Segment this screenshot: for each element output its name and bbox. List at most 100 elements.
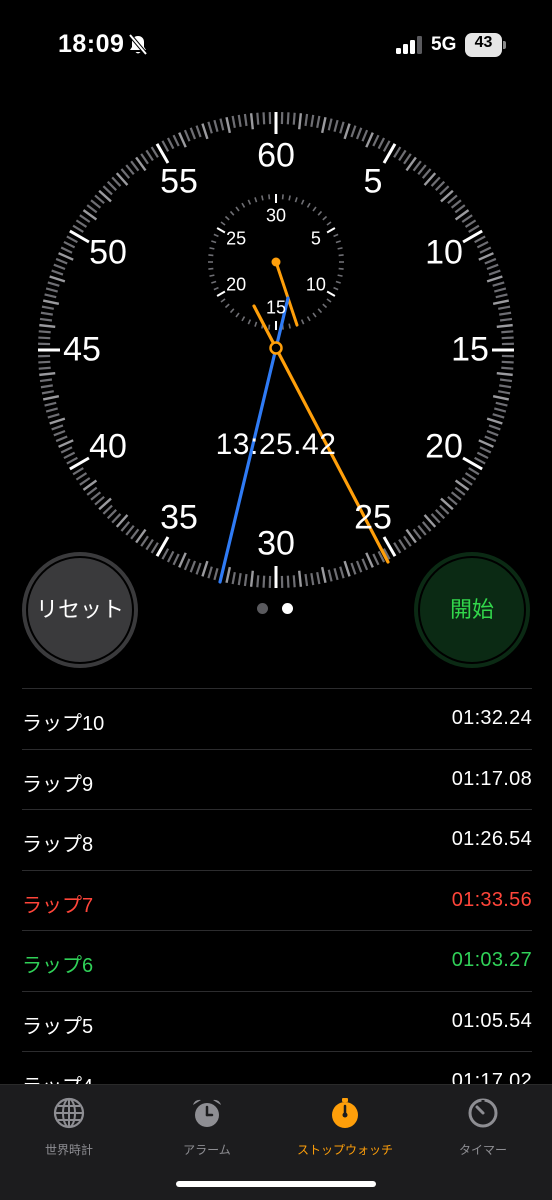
minor-tick: [51, 269, 64, 276]
lap-row: ラップ5 01:05.54: [22, 990, 532, 1052]
sub-dial-tick: [300, 319, 305, 325]
minor-tick: [86, 204, 98, 214]
minor-tick: [207, 121, 213, 134]
sub-dial-tick: [224, 303, 230, 309]
minor-tick: [499, 378, 513, 383]
sub-dial-tick: [338, 254, 344, 257]
reset-button[interactable]: リセット: [22, 552, 138, 668]
minor-tick: [292, 112, 296, 125]
minor-tick: [361, 129, 369, 142]
minor-tick: [38, 330, 51, 334]
minor-tick: [183, 129, 191, 142]
tab-timer[interactable]: タイマー: [414, 1091, 552, 1161]
page-indicator[interactable]: [257, 603, 297, 615]
minor-tick: [243, 573, 248, 587]
minor-tick: [201, 123, 209, 140]
minor-tick: [120, 168, 131, 179]
minor-tick: [492, 281, 505, 287]
lap-name: ラップ6: [22, 955, 94, 977]
minor-tick: [40, 384, 53, 389]
dial-number: 20: [425, 427, 463, 466]
tab-world-clock[interactable]: 世界時計: [0, 1091, 138, 1161]
minor-tick: [172, 553, 180, 566]
minor-tick: [498, 390, 511, 395]
sub-dial-tick: [216, 227, 226, 234]
status-time: 18:09: [58, 30, 125, 58]
lap-time: 01:03.27: [451, 949, 532, 971]
minor-tick: [450, 491, 462, 501]
minor-tick: [499, 311, 512, 316]
battery-indicator: 43: [465, 33, 507, 57]
lap-time: 01:33.56: [451, 888, 532, 911]
minor-tick: [286, 112, 290, 125]
minor-tick: [102, 504, 113, 515]
sub-dial-tick: [326, 221, 332, 226]
minor-tick: [298, 113, 303, 130]
lap-name: ラップ10: [22, 713, 105, 735]
minor-tick: [49, 417, 66, 425]
minor-tick: [39, 323, 56, 328]
minor-tick: [501, 366, 514, 370]
minor-tick: [195, 562, 202, 575]
sub-dial-tick: [333, 286, 339, 291]
minor-tick: [304, 113, 309, 127]
minor-tick: [355, 127, 363, 140]
minor-tick: [189, 127, 197, 140]
minor-tick: [327, 569, 333, 582]
minor-tick: [130, 160, 140, 172]
sub-dial-tick: [335, 280, 341, 284]
lap-time: 01:17.08: [451, 767, 532, 790]
sub-dial-tick: [326, 227, 336, 234]
minor-tick: [140, 535, 149, 547]
minor-tick: [464, 472, 477, 481]
reset-button-label: リセット: [35, 597, 124, 622]
home-indicator[interactable]: [176, 1181, 376, 1187]
minor-tick: [372, 553, 380, 566]
minor-tick: [66, 456, 78, 465]
minor-tick: [166, 137, 175, 150]
dial-number: 55: [160, 162, 198, 201]
sub-dial-tick: [247, 199, 252, 205]
page-dot-analog[interactable]: [282, 603, 293, 614]
tab-label: アラーム: [183, 1143, 231, 1157]
minor-tick: [417, 164, 427, 176]
minor-tick: [412, 160, 422, 172]
lap-row-fastest: ラップ6 01:03.27: [22, 930, 532, 991]
lap-row-slowest: ラップ7 01:33.56: [22, 869, 532, 931]
page-dot-digital[interactable]: [257, 603, 268, 614]
sub-dial-number: 20: [226, 274, 247, 295]
minor-tick: [484, 435, 497, 443]
start-button[interactable]: 開始: [414, 552, 530, 668]
minor-tick: [150, 542, 159, 554]
sub-dial-tick: [317, 308, 323, 314]
dial-number: 30: [257, 524, 295, 563]
minor-tick: [501, 360, 514, 364]
minor-tick: [38, 366, 51, 370]
minor-tick: [501, 336, 514, 340]
minor-tick: [243, 113, 248, 127]
tab-alarm[interactable]: アラーム: [138, 1091, 276, 1161]
minute-hand-pivot: [271, 257, 281, 267]
minor-tick: [494, 407, 507, 413]
lap-time: 01:32.24: [451, 707, 532, 729]
minor-tick: [484, 257, 497, 265]
minor-tick: [365, 132, 374, 148]
tab-stopwatch[interactable]: ストップウォッチ: [276, 1091, 414, 1161]
minor-tick: [474, 456, 486, 465]
minor-tick: [90, 199, 102, 209]
sub-dial-tick: [268, 324, 271, 330]
minor-tick: [111, 176, 122, 187]
stopwatch-dial: 13:25.42 60 5 10 15 20 25 30 35 40 45 50 55 30 5 10 15 2…: [36, 110, 516, 590]
alarm-clock-icon: [193, 1099, 221, 1127]
sub-dial-tick: [229, 210, 235, 216]
sub-dial-tick: [312, 312, 317, 318]
minor-tick: [343, 123, 351, 140]
sub-dial-tick: [317, 210, 323, 216]
minor-tick: [72, 467, 84, 476]
stopwatch-icon: [332, 1098, 358, 1128]
lap-row: ラップ10 01:32.24: [22, 688, 532, 749]
minor-tick: [201, 560, 209, 577]
lap-list[interactable]: ラップ10 01:32.24 ラップ9 01:17.08 ラップ8 01:26.…: [22, 688, 532, 1112]
minor-tick: [231, 115, 236, 128]
minor-tick: [86, 486, 98, 496]
